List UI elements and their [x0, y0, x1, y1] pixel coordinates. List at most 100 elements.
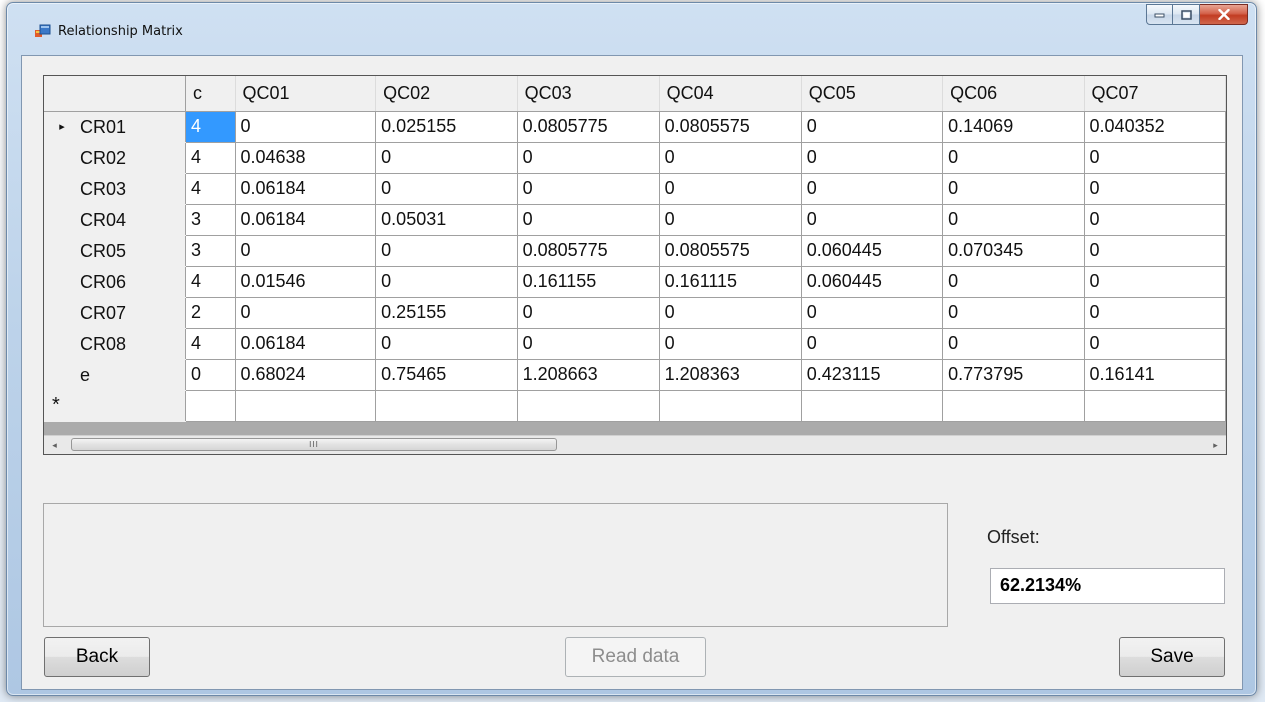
- row-header[interactable]: CR04: [44, 204, 186, 236]
- grid-cell[interactable]: 0.01546: [234, 265, 377, 298]
- grid-cell[interactable]: 0: [1083, 327, 1226, 360]
- grid-cell[interactable]: 0: [800, 141, 944, 174]
- column-header[interactable]: QC07: [1084, 76, 1226, 112]
- grid-cell[interactable]: 0: [942, 141, 1085, 174]
- grid-cell[interactable]: 0: [375, 327, 518, 360]
- offset-field[interactable]: 62.2134%: [990, 568, 1225, 604]
- grid-cell[interactable]: 0.0805775: [516, 110, 660, 143]
- column-header[interactable]: c: [185, 76, 236, 112]
- grid-cell[interactable]: 0.14069: [942, 110, 1085, 143]
- grid-cell[interactable]: 0.0805575: [658, 110, 802, 143]
- grid-cell[interactable]: 0: [658, 203, 802, 236]
- row-header[interactable]: e: [44, 359, 186, 391]
- grid-cell[interactable]: [658, 389, 802, 422]
- row-header[interactable]: ▸ CR01: [44, 111, 186, 143]
- column-header[interactable]: QC03: [517, 76, 660, 112]
- table-row[interactable]: CR08 4 0.06184 0 0 0 0 0 0: [44, 327, 1226, 360]
- grid-cell[interactable]: 0.070345: [942, 234, 1085, 267]
- grid-cell[interactable]: 4: [184, 265, 236, 298]
- grid-cell[interactable]: 0: [1083, 203, 1226, 236]
- grid-cell[interactable]: 0.75465: [375, 358, 518, 391]
- grid-cell[interactable]: 0: [516, 203, 660, 236]
- grid-cell[interactable]: 0.161155: [516, 265, 660, 298]
- grid-cell[interactable]: [942, 389, 1085, 422]
- grid-cell[interactable]: 1.208363: [658, 358, 802, 391]
- row-header[interactable]: CR06: [44, 266, 186, 298]
- grid-cell[interactable]: 0.0805575: [658, 234, 802, 267]
- grid-cell[interactable]: 0.040352: [1083, 110, 1226, 143]
- scrollbar-thumb[interactable]: III: [71, 438, 557, 451]
- grid-cell[interactable]: 0: [234, 296, 377, 329]
- grid-cell[interactable]: [1083, 389, 1226, 422]
- grid-cell[interactable]: 0: [800, 327, 944, 360]
- grid-cell[interactable]: 0: [658, 296, 802, 329]
- grid-cell[interactable]: 0: [800, 296, 944, 329]
- grid-cell[interactable]: 0.773795: [942, 358, 1085, 391]
- grid-cell[interactable]: 0: [658, 141, 802, 174]
- grid-cell[interactable]: 0.16141: [1083, 358, 1226, 391]
- grid-cell[interactable]: 0.161115: [658, 265, 802, 298]
- grid-cell[interactable]: 0.06184: [234, 172, 377, 205]
- grid-cell[interactable]: 4: [184, 141, 236, 174]
- grid-cell[interactable]: 0.25155: [375, 296, 518, 329]
- column-header[interactable]: QC06: [942, 76, 1085, 112]
- grid-cell[interactable]: 0: [800, 110, 944, 143]
- grid-cell[interactable]: 0: [800, 203, 944, 236]
- table-row[interactable]: CR07 2 0 0.25155 0 0 0 0 0: [44, 296, 1226, 329]
- read-data-button[interactable]: Read data: [565, 637, 706, 677]
- grid-cell[interactable]: 0: [516, 172, 660, 205]
- grid-cell[interactable]: 0: [942, 172, 1085, 205]
- grid-cell[interactable]: 0: [375, 265, 518, 298]
- grid-cell[interactable]: 0.04638: [234, 141, 377, 174]
- table-row[interactable]: CR06 4 0.01546 0 0.161155 0.161115 0.060445 0 0: [44, 265, 1226, 298]
- grid-cell[interactable]: 0: [375, 234, 518, 267]
- grid-cell[interactable]: 3: [184, 203, 236, 236]
- horizontal-scrollbar[interactable]: ◂ III ▸: [44, 435, 1226, 454]
- table-row[interactable]: ▸ CR01 4 0 0.025155 0.0805775 0.0805575 0 0.1406…: [44, 110, 1226, 143]
- new-row[interactable]: *: [44, 389, 1226, 422]
- grid-corner-header[interactable]: [44, 76, 186, 112]
- minimize-button[interactable]: [1146, 4, 1173, 25]
- table-row[interactable]: e 0 0.68024 0.75465 1.208663 1.208363 0.423115…: [44, 358, 1226, 391]
- grid-cell[interactable]: 0: [942, 327, 1085, 360]
- grid-cell[interactable]: 0: [516, 327, 660, 360]
- grid-cell[interactable]: 0.05031: [375, 203, 518, 236]
- column-header[interactable]: QC04: [659, 76, 802, 112]
- grid-cell[interactable]: 0.060445: [800, 265, 944, 298]
- row-header[interactable]: CR05: [44, 235, 186, 267]
- grid-cell[interactable]: 0: [658, 327, 802, 360]
- grid-cell[interactable]: 0: [658, 172, 802, 205]
- table-row[interactable]: CR04 3 0.06184 0.05031 0 0 0 0 0: [44, 203, 1226, 236]
- grid-cell[interactable]: 0.025155: [375, 110, 518, 143]
- grid-cell[interactable]: 0: [375, 141, 518, 174]
- grid-cell[interactable]: 0: [800, 172, 944, 205]
- grid-cell[interactable]: [184, 389, 236, 422]
- grid-cell[interactable]: [375, 389, 518, 422]
- save-button[interactable]: Save: [1119, 637, 1225, 677]
- new-row-marker[interactable]: *: [44, 390, 186, 422]
- row-header[interactable]: CR08: [44, 328, 186, 360]
- grid-cell[interactable]: 0: [184, 358, 236, 391]
- grid-cell[interactable]: 0: [1083, 296, 1226, 329]
- table-row[interactable]: CR03 4 0.06184 0 0 0 0 0 0: [44, 172, 1226, 205]
- grid-cell[interactable]: 0: [234, 234, 377, 267]
- table-row[interactable]: CR02 4 0.04638 0 0 0 0 0 0: [44, 141, 1226, 174]
- grid-cell[interactable]: 4: [184, 327, 236, 360]
- grid-cell[interactable]: 0: [375, 172, 518, 205]
- grid-cell[interactable]: 0.06184: [234, 327, 377, 360]
- grid-cell[interactable]: [800, 389, 944, 422]
- grid-cell[interactable]: 0: [1083, 265, 1226, 298]
- grid-cell[interactable]: 0: [942, 265, 1085, 298]
- row-header[interactable]: CR02: [44, 142, 186, 174]
- grid-cell[interactable]: 0.0805775: [516, 234, 660, 267]
- title-bar[interactable]: Relationship Matrix: [7, 3, 1256, 55]
- grid-cell[interactable]: 4: [184, 110, 236, 143]
- grid-cell[interactable]: 0: [1083, 172, 1226, 205]
- grid-cell[interactable]: 0: [1083, 141, 1226, 174]
- grid-cell[interactable]: [516, 389, 660, 422]
- back-button[interactable]: Back: [44, 637, 150, 677]
- grid-cell[interactable]: 0.423115: [800, 358, 944, 391]
- row-header[interactable]: CR03: [44, 173, 186, 205]
- grid-cell[interactable]: 0: [942, 296, 1085, 329]
- grid-cell[interactable]: 4: [184, 172, 236, 205]
